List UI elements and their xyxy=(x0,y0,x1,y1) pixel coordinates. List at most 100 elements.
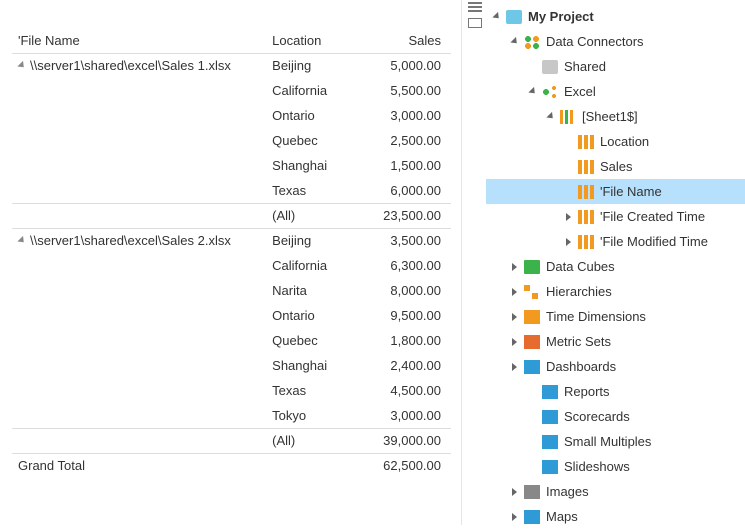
tree-node[interactable]: 'File Name xyxy=(486,179,745,204)
table-row[interactable]: Quebec1,800.00 xyxy=(12,328,451,353)
subtotal-label: (All) xyxy=(266,203,358,228)
toolstrip-icon[interactable] xyxy=(468,18,482,28)
tree-node-label: Data Connectors xyxy=(546,34,644,49)
tree-node[interactable]: Dashboards xyxy=(486,354,745,379)
collapse-icon[interactable] xyxy=(546,112,556,122)
table-row[interactable]: Ontario3,000.00 xyxy=(12,103,451,128)
table-row[interactable]: Shanghai2,400.00 xyxy=(12,353,451,378)
expand-icon[interactable] xyxy=(17,236,26,245)
location-cell: Beijing xyxy=(266,228,358,253)
file-name-cell: \\server1\shared\excel\Sales 2.xlsx xyxy=(30,233,231,248)
tree-node[interactable]: Slideshows xyxy=(486,454,745,479)
location-cell: Tokyo xyxy=(266,403,358,428)
table-row[interactable]: Ontario9,500.00 xyxy=(12,303,451,328)
expand-icon[interactable] xyxy=(510,312,520,322)
table-row[interactable]: Texas4,500.00 xyxy=(12,378,451,403)
tree-node[interactable]: 'File Created Time xyxy=(486,204,745,229)
table-row[interactable]: Shanghai1,500.00 xyxy=(12,153,451,178)
col-header-sales[interactable]: Sales xyxy=(359,28,451,53)
tree-node[interactable]: Time Dimensions xyxy=(486,304,745,329)
tree-node[interactable]: Excel xyxy=(486,79,745,104)
tree-node[interactable]: Reports xyxy=(486,379,745,404)
tree-node-label: Location xyxy=(600,134,649,149)
table-row[interactable]: California5,500.00 xyxy=(12,78,451,103)
table-row[interactable]: Texas6,000.00 xyxy=(12,178,451,203)
sales-cell: 2,500.00 xyxy=(359,128,451,153)
cube-icon xyxy=(524,260,540,274)
col-icon xyxy=(578,160,594,174)
col-header-file[interactable]: 'File Name xyxy=(12,28,266,53)
expand-icon[interactable] xyxy=(510,287,520,297)
sales-cell: 5,000.00 xyxy=(359,53,451,78)
project-tree: My Project Data Connectors Shared Excel [She… xyxy=(486,0,745,529)
explorer-pane: My Project Data Connectors Shared Excel [She… xyxy=(461,0,745,525)
expand-icon[interactable] xyxy=(510,262,520,272)
expand-icon[interactable] xyxy=(510,337,520,347)
expand-icon[interactable] xyxy=(510,362,520,372)
subtotal-value: 23,500.00 xyxy=(359,203,451,228)
subtotal-row: (All)23,500.00 xyxy=(12,203,451,228)
location-cell: Shanghai xyxy=(266,153,358,178)
collapse-icon[interactable] xyxy=(492,12,502,22)
tree-node[interactable]: 'File Modified Time xyxy=(486,229,745,254)
location-cell: Quebec xyxy=(266,128,358,153)
expand-icon[interactable] xyxy=(564,237,574,247)
proj-icon xyxy=(506,10,522,24)
sales-cell: 3,000.00 xyxy=(359,403,451,428)
tree-node-label: Scorecards xyxy=(564,409,630,424)
location-cell: Shanghai xyxy=(266,353,358,378)
folder-icon xyxy=(542,60,558,74)
tree-node[interactable]: Sales xyxy=(486,154,745,179)
file-name-cell: \\server1\shared\excel\Sales 1.xlsx xyxy=(30,58,231,73)
tree-node[interactable]: Images xyxy=(486,479,745,504)
sales-cell: 9,500.00 xyxy=(359,303,451,328)
table-row[interactable]: Tokyo3,000.00 xyxy=(12,403,451,428)
sales-table: 'File Name Location Sales \\server1\shar… xyxy=(12,28,451,478)
sales-cell: 5,500.00 xyxy=(359,78,451,103)
tree-node-label: Reports xyxy=(564,384,610,399)
tree-node[interactable]: Shared xyxy=(486,54,745,79)
tree-node[interactable]: Metric Sets xyxy=(486,329,745,354)
expand-icon[interactable] xyxy=(17,61,26,70)
table-row[interactable]: California6,300.00 xyxy=(12,253,451,278)
tree-node[interactable]: Data Connectors xyxy=(486,29,745,54)
tree-node-label: Slideshows xyxy=(564,459,630,474)
tree-node[interactable]: Data Cubes xyxy=(486,254,745,279)
location-cell: California xyxy=(266,253,358,278)
tree-node-label: Excel xyxy=(564,84,596,99)
table-row[interactable]: Quebec2,500.00 xyxy=(12,128,451,153)
table-row[interactable]: Narita8,000.00 xyxy=(12,278,451,303)
tree-node-label: Small Multiples xyxy=(564,434,651,449)
tree-node[interactable]: Scorecards xyxy=(486,404,745,429)
sc-icon xyxy=(542,410,558,424)
toolstrip-icon[interactable] xyxy=(468,2,482,12)
tree-node[interactable]: Hierarchies xyxy=(486,279,745,304)
tree-node[interactable]: Small Multiples xyxy=(486,429,745,454)
tree-node-label: Metric Sets xyxy=(546,334,611,349)
sheet-icon xyxy=(560,110,576,124)
expand-icon[interactable] xyxy=(510,487,520,497)
tree-node-label: Maps xyxy=(546,509,578,524)
tree-node[interactable]: Location xyxy=(486,129,745,154)
collapse-icon[interactable] xyxy=(528,87,538,97)
expand-icon[interactable] xyxy=(564,212,574,222)
table-row[interactable]: \\server1\shared\excel\Sales 2.xlsx Beiji… xyxy=(12,228,451,253)
sales-cell: 4,500.00 xyxy=(359,378,451,403)
expand-icon[interactable] xyxy=(510,512,520,522)
sales-cell: 3,500.00 xyxy=(359,228,451,253)
col-header-location[interactable]: Location xyxy=(266,28,358,53)
tree-node-label: Shared xyxy=(564,59,606,74)
tree-node[interactable]: [Sheet1$] xyxy=(486,104,745,129)
collapse-icon[interactable] xyxy=(510,37,520,47)
grand-total-label: Grand Total xyxy=(12,453,266,478)
location-cell: Narita xyxy=(266,278,358,303)
dash-icon xyxy=(524,360,540,374)
col-icon xyxy=(578,185,594,199)
tree-node[interactable]: Maps xyxy=(486,504,745,529)
excel-icon xyxy=(542,85,558,99)
rep-icon xyxy=(542,385,558,399)
tree-node-label: Sales xyxy=(600,159,633,174)
tree-node-label: [Sheet1$] xyxy=(582,109,638,124)
table-row[interactable]: \\server1\shared\excel\Sales 1.xlsxBeiji… xyxy=(12,53,451,78)
tree-node[interactable]: My Project xyxy=(486,4,745,29)
